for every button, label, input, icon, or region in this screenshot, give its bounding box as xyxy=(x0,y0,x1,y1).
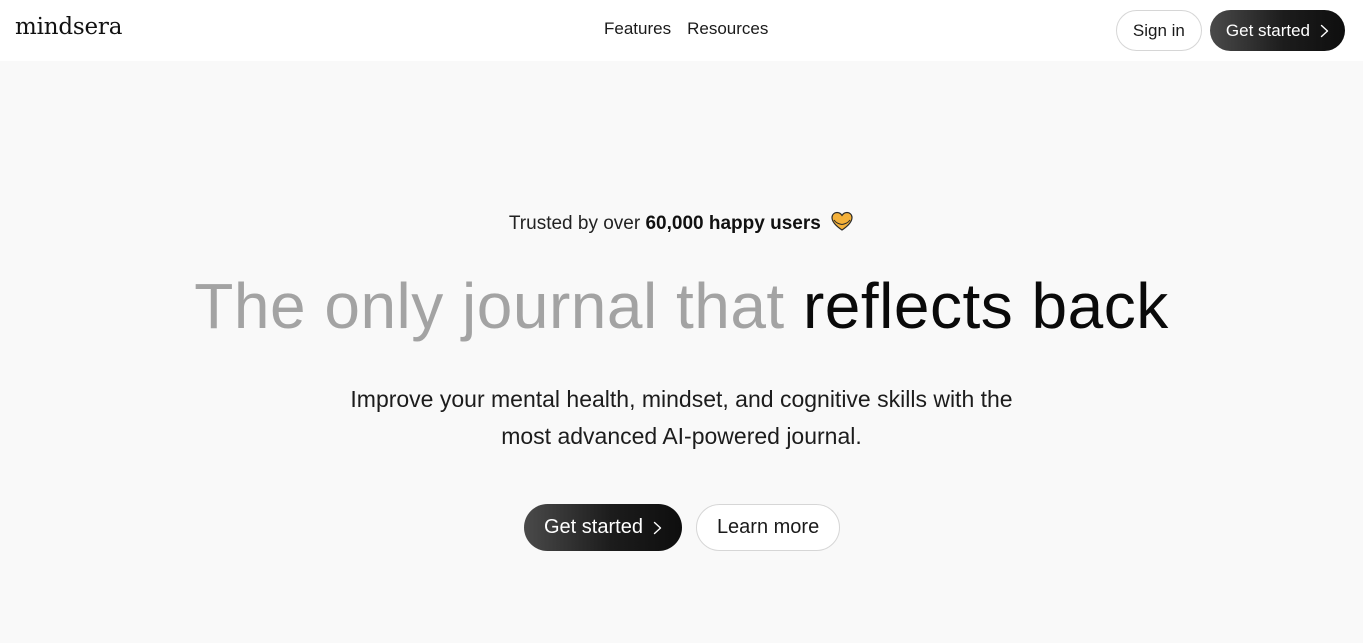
learn-more-label: Learn more xyxy=(716,516,820,538)
logo[interactable]: mindsera xyxy=(15,14,122,40)
hero-get-started-label: Get started xyxy=(544,516,643,538)
trusted-badge: Trusted by over 60,000 happy users xyxy=(0,210,1363,235)
nav-get-started-label: Get started xyxy=(1225,20,1310,40)
trusted-user-count: 60,000 happy users xyxy=(645,213,821,234)
sign-in-button[interactable]: Sign in xyxy=(1115,10,1202,51)
nav-get-started-button[interactable]: Get started xyxy=(1209,10,1345,51)
hero-get-started-button[interactable]: Get started xyxy=(524,504,682,551)
nav-link-resources[interactable]: Resources xyxy=(687,19,768,39)
headline-strong: reflects back xyxy=(802,270,1169,342)
chevron-right-icon xyxy=(1320,24,1329,37)
chevron-right-icon xyxy=(653,521,662,534)
hero-actions: Get started Learn more xyxy=(524,504,841,551)
hero-section: Trusted by over 60,000 happy users The o… xyxy=(0,61,1363,643)
nav-link-features[interactable]: Features xyxy=(604,19,671,39)
subtitle-line-1: Improve your mental health, mindset, and… xyxy=(350,386,1013,412)
nav-links: Features Resources xyxy=(604,19,768,39)
heart-hands-icon xyxy=(831,211,853,231)
sign-in-label: Sign in xyxy=(1132,20,1185,40)
learn-more-button[interactable]: Learn more xyxy=(695,504,841,551)
hero-headline: The only journal that reflects back xyxy=(0,266,1363,346)
subtitle-line-2: most advanced AI-powered journal. xyxy=(501,423,862,449)
headline-muted: The only journal that xyxy=(194,270,785,342)
nav-actions: Sign in Get started xyxy=(1115,10,1345,51)
top-navbar: mindsera Features Resources Sign in Get … xyxy=(0,0,1363,61)
trusted-prefix: Trusted by over xyxy=(508,213,641,234)
hero-subtitle: Improve your mental health, mindset, and… xyxy=(340,381,1023,455)
